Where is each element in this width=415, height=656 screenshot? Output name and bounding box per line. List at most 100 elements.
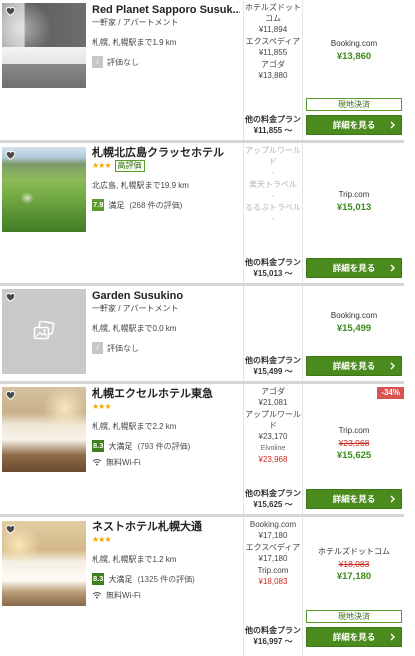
hotel-name[interactable]: Garden Susukino <box>92 289 240 303</box>
rating-count: (793 件の評価) <box>137 441 191 451</box>
rating: / 評価なし <box>92 55 240 69</box>
view-deal-label: 詳細を見る <box>332 361 376 371</box>
provider-name: アゴダ <box>261 387 285 396</box>
chevron-right-icon <box>390 362 395 370</box>
provider-price: - <box>271 168 275 177</box>
rating-score: 8.3 <box>92 573 105 585</box>
view-deal-button[interactable]: 詳細を見る <box>306 356 402 376</box>
best-offer[interactable]: Booking.com ¥15,499 <box>306 289 402 356</box>
other-plans-link[interactable]: 他の料金プラン ¥15,013 ～ <box>245 257 301 279</box>
heart-icon[interactable] <box>5 524 16 534</box>
provider-price: ¥23,170 <box>258 432 288 441</box>
provider-price: ¥21,081 <box>258 398 288 407</box>
best-offer[interactable]: Trip.com ¥15,013 <box>306 146 402 258</box>
provider-price-item[interactable]: エクスペディア ¥11,855 <box>245 36 301 58</box>
provider-name: アゴダ <box>261 60 285 69</box>
provider-price-item[interactable]: ホテルズドットコム ¥11,894 <box>245 2 301 35</box>
other-plans-price: ¥11,855 <box>253 126 283 135</box>
other-plans-label: 他の料金プラン <box>245 626 301 635</box>
provider-price-item[interactable]: アゴダ ¥21,081 <box>245 386 301 408</box>
hotel-name[interactable]: Red Planet Sapporo Susuk... <box>92 3 240 17</box>
provider-price: ¥13,880 <box>258 71 288 80</box>
hotel-name[interactable]: ネストホテル札幌大通 <box>92 520 240 534</box>
hotel-location: 札幌, 札幌駅まで1.2 km <box>92 555 177 564</box>
chevron-right-icon <box>390 633 395 641</box>
hotel-photo[interactable] <box>2 147 86 232</box>
other-plans-label: 他の料金プラン <box>245 356 301 365</box>
accommodation-type: 一軒家 / アパートメント <box>92 18 179 27</box>
provider-name: ホテルズドットコム <box>245 3 301 23</box>
other-plans-link[interactable]: 他の料金プラン ¥15,625 ～ <box>245 488 301 510</box>
provider-price-item[interactable]: アップルワールド ¥23,170 <box>245 409 301 442</box>
hotel-name[interactable]: 札幌エクセルホテル東急 <box>92 387 240 401</box>
original-price: ¥18,083 <box>338 559 370 569</box>
provider-name: Booking.com <box>249 520 297 529</box>
hotel-photo-container <box>0 517 88 656</box>
provider-price-item[interactable]: アゴダ ¥13,880 <box>245 59 301 81</box>
star-rating: ★★★ <box>92 535 111 544</box>
best-offer[interactable]: ホテルズドットコム ¥18,083 ¥17,180 <box>306 520 402 610</box>
view-deal-button[interactable]: 詳細を見る <box>306 489 402 509</box>
provider-price-item[interactable]: エクスペディア ¥17,180 <box>245 542 301 564</box>
other-plans-price: ¥15,625 <box>253 500 283 509</box>
hotel-photo-container <box>0 0 88 140</box>
rating: 8.3 大満足 (793 件の評価) <box>92 439 240 453</box>
best-price: ¥17,180 <box>336 571 372 582</box>
view-deal-button[interactable]: 詳細を見る <box>306 627 402 647</box>
provider-name: エクスペディア <box>245 543 301 552</box>
rating-score: / <box>92 56 103 68</box>
heart-icon[interactable] <box>5 292 16 302</box>
hotel-location: 北広島, 札幌駅まで19.9 km <box>92 181 189 190</box>
chevron-right-icon <box>390 495 395 503</box>
best-deal: Trip.com ¥15,013 詳細を見る <box>303 143 404 283</box>
pay-at-hotel-badge: 現地決済 <box>306 98 402 111</box>
best-provider: Booking.com <box>330 310 378 320</box>
heart-icon[interactable] <box>5 150 16 160</box>
rating-label: 評価なし <box>107 57 139 67</box>
best-offer[interactable]: Booking.com ¥13,860 <box>306 3 402 98</box>
hotel-name[interactable]: 札幌北広島クラッセホテル <box>92 146 240 160</box>
rating-count: (1325 件の評価) <box>137 574 195 584</box>
provider-price: - <box>271 191 275 200</box>
best-price: ¥15,625 <box>336 450 372 461</box>
other-plans-link[interactable]: 他の料金プラン ¥11,855 ～ <box>245 114 301 136</box>
best-offer[interactable]: Trip.com ¥23,968 ¥15,625 <box>306 399 402 489</box>
provider-price-item[interactable]: Booking.com ¥17,180 <box>245 519 301 541</box>
hotel-card: 札幌北広島クラッセホテル ★★★ 高評価 北広島, 札幌駅まで19.9 km 7… <box>0 143 404 286</box>
provider-name: Trip.com <box>257 566 289 575</box>
amenity-wifi: 無料Wi-Fi <box>92 456 240 468</box>
hotel-photo[interactable] <box>2 521 86 606</box>
provider-price: ¥17,180 <box>258 531 288 540</box>
hotel-photo[interactable] <box>2 3 86 88</box>
provider-name: アップルワールド <box>245 410 301 430</box>
hotel-photo[interactable] <box>2 289 86 374</box>
wifi-icon <box>92 591 106 599</box>
best-price: ¥13,860 <box>336 50 372 62</box>
hotel-location: 札幌, 札幌駅まで1.9 km <box>92 38 177 47</box>
provider-name: Elvoline <box>260 445 286 452</box>
star-rating: ★★★ <box>92 161 111 170</box>
provider-price-item[interactable]: Elvoline ¥23,968 <box>245 443 301 465</box>
other-plans-link[interactable]: 他の料金プラン ¥16,997 ～ <box>245 625 301 647</box>
best-deal: ホテルズドットコム ¥18,083 ¥17,180 現地決済 詳細を見る <box>303 517 404 656</box>
heart-icon[interactable] <box>5 6 16 16</box>
heart-icon[interactable] <box>5 390 16 400</box>
hotel-photo[interactable] <box>2 387 86 472</box>
view-deal-label: 詳細を見る <box>332 120 376 130</box>
star-rating: ★★★ <box>92 402 111 411</box>
hotel-info: ネストホテル札幌大通 ★★★ 札幌, 札幌駅まで1.2 km 8.3 大満足 (… <box>88 517 243 656</box>
other-plans-suffix: ～ <box>284 500 293 509</box>
provider-name: 楽天トラベル <box>249 180 297 189</box>
hotel-class-row: ★★★ <box>92 401 240 413</box>
view-deal-button[interactable]: 詳細を見る <box>306 115 402 135</box>
other-plans-suffix: ～ <box>284 269 293 278</box>
other-plans-link[interactable]: 他の料金プラン ¥15,499 ～ <box>245 355 301 377</box>
provider-name: アップルワールド <box>245 146 301 166</box>
discount-badge: -34% <box>377 387 404 399</box>
provider-price-item[interactable]: Trip.com ¥18,083 <box>245 565 301 587</box>
hotel-photo-container <box>0 143 88 283</box>
pay-at-hotel-badge: 現地決済 <box>306 610 402 623</box>
view-deal-button[interactable]: 詳細を見る <box>306 258 402 278</box>
other-plans-price: ¥16,997 <box>253 637 283 646</box>
rating-score: / <box>92 342 103 354</box>
